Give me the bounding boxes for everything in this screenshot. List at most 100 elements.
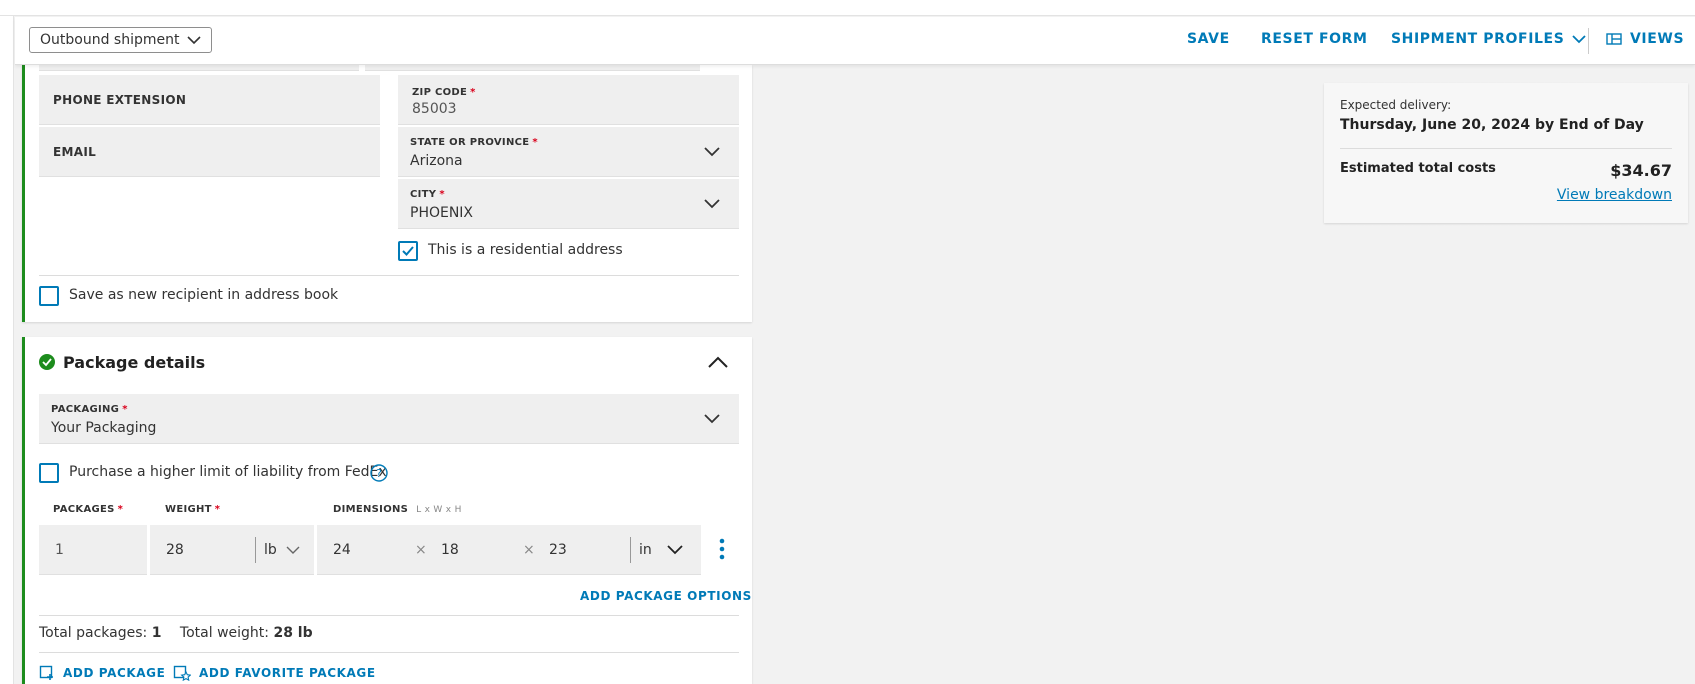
add-favorite-package-label: ADD FAVORITE PACKAGE bbox=[199, 666, 376, 680]
weight-input[interactable]: 28 lb bbox=[150, 525, 314, 575]
chevron-down-icon bbox=[1572, 34, 1587, 43]
divider bbox=[39, 652, 739, 653]
weight-label: WEIGHT * bbox=[165, 504, 221, 515]
dimensions-label: DIMENSIONS L x W x H bbox=[333, 504, 462, 515]
chevron-down-icon bbox=[704, 147, 720, 157]
times-symbol: × bbox=[523, 542, 535, 558]
total-weight-label: Total weight: bbox=[179, 625, 269, 641]
address-field-stub bbox=[39, 65, 359, 71]
view-breakdown-link[interactable]: View breakdown bbox=[1557, 187, 1672, 203]
packaging-label-text: PACKAGING bbox=[51, 404, 120, 415]
chevron-up-icon[interactable] bbox=[708, 356, 728, 368]
views-icon bbox=[1606, 33, 1622, 45]
divider bbox=[1340, 148, 1672, 149]
expected-delivery-label: Expected delivery: bbox=[1340, 98, 1452, 112]
length-value[interactable]: 24 bbox=[333, 542, 351, 558]
add-package-label: ADD PACKAGE bbox=[63, 666, 166, 680]
check-circle-icon bbox=[39, 354, 55, 370]
add-favorite-package-button[interactable]: ADD FAVORITE PACKAGE bbox=[173, 665, 376, 681]
total-packages-value: 1 bbox=[151, 625, 162, 641]
state-label: STATE OR PROVINCE * bbox=[410, 137, 538, 148]
total-weight-value: 28 lb bbox=[273, 625, 313, 641]
shipment-type-value: Outbound shipment bbox=[40, 32, 180, 48]
unit-divider bbox=[255, 537, 256, 563]
residential-label: This is a residential address bbox=[428, 242, 623, 258]
add-package-options-link[interactable]: ADD PACKAGE OPTIONS bbox=[580, 589, 752, 603]
packaging-label: PACKAGING * bbox=[51, 404, 128, 415]
times-symbol: × bbox=[415, 542, 427, 558]
add-package-options-label: ADD PACKAGE OPTIONS bbox=[580, 589, 752, 603]
package-add-icon bbox=[39, 665, 53, 680]
divider bbox=[39, 615, 739, 616]
form-toolbar: Outbound shipment SAVE RESET FORM SHIPME… bbox=[15, 17, 1695, 65]
email-label: EMAIL bbox=[53, 145, 97, 159]
views-label: VIEWS bbox=[1630, 31, 1685, 47]
height-value[interactable]: 23 bbox=[549, 542, 567, 558]
weight-unit-select[interactable]: lb bbox=[264, 542, 277, 558]
weight-unit-value: lb bbox=[264, 542, 277, 558]
zip-code-label: ZIP CODE * bbox=[412, 87, 476, 98]
packaging-select[interactable]: PACKAGING * Your Packaging bbox=[39, 394, 739, 444]
width-value[interactable]: 18 bbox=[441, 542, 459, 558]
packages-input[interactable]: 1 bbox=[39, 525, 147, 575]
svg-text:?: ? bbox=[376, 467, 382, 480]
state-value: Arizona bbox=[410, 153, 463, 169]
city-label: CITY * bbox=[410, 189, 445, 200]
save-label: SAVE bbox=[1187, 31, 1230, 47]
chevron-down-icon bbox=[187, 35, 202, 44]
package-details-card: Package details PACKAGING * Your Packagin… bbox=[22, 337, 752, 684]
shipment-profiles-label: SHIPMENT PROFILES bbox=[1391, 31, 1565, 47]
city-value: PHOENIX bbox=[410, 205, 474, 221]
packages-label-text: PACKAGES bbox=[53, 504, 115, 515]
state-select[interactable]: STATE OR PROVINCE * Arizona bbox=[398, 127, 739, 177]
dimensions-label-text: DIMENSIONS bbox=[333, 504, 409, 515]
total-packages-label: Total packages: bbox=[39, 625, 148, 641]
dimension-unit-select[interactable]: in bbox=[639, 542, 652, 558]
liability-checkbox[interactable] bbox=[39, 463, 59, 483]
toolbar-divider bbox=[1588, 28, 1589, 54]
address-field-stub bbox=[365, 65, 700, 71]
dimensions-input[interactable]: 24 × 18 × 23 in bbox=[317, 525, 701, 575]
estimated-cost-value: $34.67 bbox=[1610, 161, 1672, 180]
packaging-value: Your Packaging bbox=[51, 420, 157, 436]
chevron-down-icon bbox=[704, 414, 720, 424]
estimated-cost-label: Estimated total costs bbox=[1340, 161, 1496, 176]
unit-divider bbox=[630, 537, 631, 563]
left-edge-panel bbox=[0, 16, 14, 684]
phone-extension-label: PHONE EXTENSION bbox=[53, 93, 187, 107]
package-details-title: Package details bbox=[63, 353, 206, 372]
weight-value: 28 bbox=[166, 542, 184, 558]
state-label-text: STATE OR PROVINCE bbox=[410, 137, 530, 148]
shipment-type-select[interactable]: Outbound shipment bbox=[29, 27, 213, 53]
expected-delivery-value: Thursday, June 20, 2024 by End of Day bbox=[1340, 117, 1644, 133]
shipment-summary-panel: Expected delivery: Thursday, June 20, 20… bbox=[1324, 79, 1688, 227]
recipient-card: PHONE EXTENSION EMAIL ZIP CODE * 85003 ST… bbox=[22, 65, 752, 322]
divider bbox=[39, 275, 739, 276]
add-package-button[interactable]: ADD PACKAGE bbox=[39, 665, 165, 681]
save-button[interactable]: SAVE bbox=[1187, 31, 1230, 47]
shipment-profiles-button[interactable]: SHIPMENT PROFILES bbox=[1391, 31, 1587, 47]
reset-form-button[interactable]: RESET FORM bbox=[1261, 31, 1368, 47]
kebab-icon[interactable] bbox=[719, 538, 725, 560]
save-recipient-checkbox[interactable] bbox=[39, 286, 59, 306]
phone-extension-field[interactable]: PHONE EXTENSION bbox=[39, 75, 380, 125]
residential-checkbox[interactable] bbox=[398, 241, 418, 261]
zip-code-label-text: ZIP CODE bbox=[412, 87, 468, 98]
views-button[interactable]: VIEWS bbox=[1606, 31, 1684, 47]
weight-label-text: WEIGHT bbox=[165, 504, 212, 515]
chevron-down-icon bbox=[667, 545, 683, 555]
email-field[interactable]: EMAIL bbox=[39, 127, 380, 177]
zip-code-field[interactable]: ZIP CODE * 85003 bbox=[398, 75, 739, 125]
reset-form-label: RESET FORM bbox=[1261, 31, 1368, 47]
save-recipient-label: Save as new recipient in address book bbox=[69, 287, 339, 303]
chevron-down-icon bbox=[286, 546, 300, 554]
packages-label: PACKAGES * bbox=[53, 504, 124, 515]
dimensions-hint: L x W x H bbox=[416, 505, 462, 515]
totals-row: Total packages: 1 Total weight: 28 lb bbox=[39, 625, 313, 641]
city-select[interactable]: CITY * PHOENIX bbox=[398, 179, 739, 229]
help-icon[interactable]: ? bbox=[370, 464, 388, 482]
zip-code-value: 85003 bbox=[412, 101, 457, 117]
packages-value: 1 bbox=[55, 542, 64, 558]
top-strip bbox=[0, 0, 1695, 16]
check-icon bbox=[402, 246, 414, 256]
